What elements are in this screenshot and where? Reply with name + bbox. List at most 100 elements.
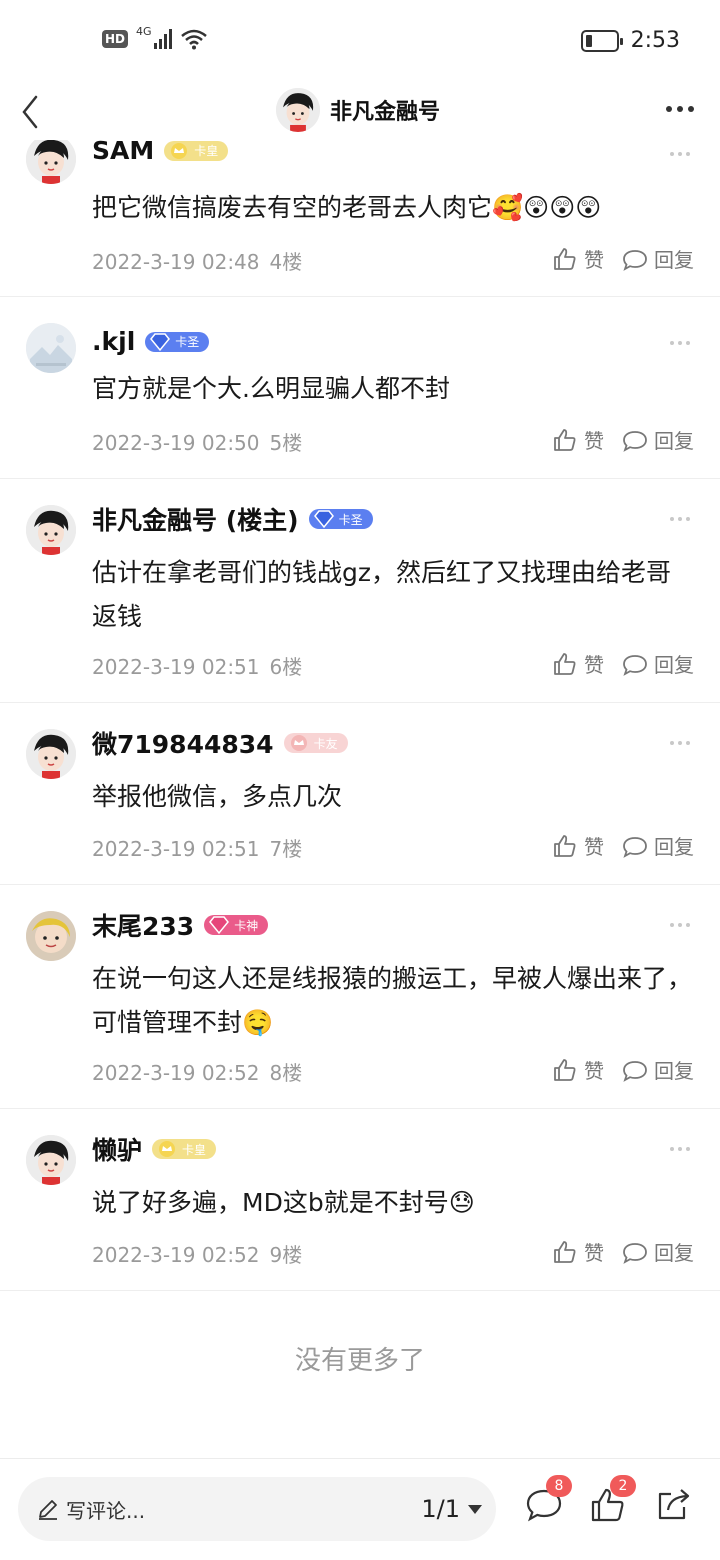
user-name[interactable]: SAM — [92, 136, 154, 165]
comment-date: 2022-3-19 02:48 — [92, 250, 260, 274]
reply-button[interactable]: 回复 — [622, 1237, 694, 1266]
comment-date: 2022-3-19 02:52 — [92, 1243, 260, 1267]
comments-button[interactable]: 8 — [524, 1475, 572, 1525]
diamond-icon — [150, 332, 171, 351]
reply-bubble-icon — [623, 430, 647, 452]
like-button[interactable]: 赞 — [552, 1055, 604, 1084]
comment-text: 官方就是个大.么明显骗人都不封 — [92, 374, 450, 403]
comment-more-button[interactable] — [670, 517, 690, 521]
comment-item: 微719844834 卡友 举报他微信，多点几次 2022-3-19 02:51… — [0, 703, 720, 885]
avatar[interactable] — [26, 911, 76, 961]
crown-icon — [171, 142, 188, 159]
header-avatar[interactable] — [276, 88, 320, 132]
reply-button[interactable]: 回复 — [622, 244, 694, 273]
comment-meta: 2022-3-19 02:52 9楼 — [92, 1239, 302, 1268]
diamond-icon — [209, 916, 230, 935]
floor-number: 5楼 — [269, 431, 303, 455]
comment-meta: 2022-3-19 02:52 8楼 — [92, 1057, 302, 1086]
user-name[interactable]: 非凡金融号 (楼主) — [92, 501, 299, 537]
battery-icon — [580, 29, 623, 52]
like-button[interactable]: 赞 — [552, 649, 604, 678]
like-count-badge: 2 — [610, 1475, 636, 1497]
floor-number: 9楼 — [269, 1243, 303, 1267]
reply-bubble-icon — [623, 836, 647, 858]
like-button[interactable]: 赞 — [552, 831, 604, 860]
floor-number: 8楼 — [269, 1061, 303, 1085]
avatar[interactable] — [26, 134, 76, 184]
avatar[interactable] — [26, 729, 76, 779]
user-name[interactable]: 懒驴 — [92, 1131, 142, 1167]
avatar[interactable] — [26, 505, 76, 555]
hd-indicator: HD — [102, 30, 129, 48]
comment-text: 把它微信搞废去有空的老哥去人肉它🥰😲😲😲 — [92, 193, 602, 222]
share-icon — [658, 1489, 690, 1520]
user-name[interactable]: .kjl — [92, 327, 135, 356]
comment-more-button[interactable] — [670, 1147, 690, 1151]
comment-text: 说了好多遍，MD这b就是不封号😓 — [92, 1188, 475, 1217]
thumbs-up-icon — [554, 652, 576, 675]
comment-item: 懒驴 卡皇 说了好多遍，MD这b就是不封号😓 2022-3-19 02:52 9楼… — [0, 1109, 720, 1291]
comment-count-badge: 8 — [546, 1475, 572, 1497]
user-name[interactable]: 微719844834 — [92, 725, 274, 761]
comment-date: 2022-3-19 02:51 — [92, 837, 260, 861]
comment-meta: 2022-3-19 02:51 7楼 — [92, 833, 302, 862]
comment-placeholder: 写评论... — [66, 1498, 146, 1523]
thumbs-up-icon — [554, 247, 576, 270]
like-button[interactable]: 赞 — [552, 425, 604, 454]
comment-more-button[interactable] — [670, 923, 690, 927]
floor-number: 4楼 — [269, 250, 303, 274]
comment-more-button[interactable] — [670, 152, 690, 156]
comment-text: 举报他微信，多点几次 — [92, 782, 343, 811]
reply-bubble-icon — [623, 1242, 647, 1264]
level-badge: 卡友 — [283, 733, 348, 753]
comment-item: SAM 卡皇 把它微信搞废去有空的老哥去人肉它🥰😲😲😲 2022-3-19 02… — [0, 134, 720, 297]
comment-more-button[interactable] — [670, 341, 690, 345]
chevron-left-icon — [22, 95, 38, 129]
like-button[interactable]: 赞 — [552, 1237, 604, 1266]
like-button[interactable]: 赞 — [552, 244, 604, 273]
reply-button[interactable]: 回复 — [622, 1055, 694, 1084]
level-badge: 卡圣 — [145, 331, 210, 352]
page-selector[interactable]: 1/1 — [421, 1495, 482, 1523]
dropdown-arrow-icon — [468, 1504, 482, 1514]
more-options-button[interactable] — [666, 106, 694, 112]
thumbs-up-icon — [554, 428, 576, 451]
back-button[interactable] — [14, 92, 54, 132]
thumbs-up-icon — [554, 834, 576, 857]
comment-meta: 2022-3-19 02:51 6楼 — [92, 651, 302, 680]
comment-date: 2022-3-19 02:50 — [92, 431, 260, 455]
floor-number: 7楼 — [269, 837, 303, 861]
avatar[interactable] — [26, 1135, 76, 1185]
reply-button[interactable]: 回复 — [622, 425, 694, 454]
avatar[interactable] — [26, 323, 76, 373]
comment-meta: 2022-3-19 02:50 5楼 — [92, 427, 302, 456]
comment-text: 在说一句这人还是线报猿的搬运工，早被人爆出来了，可惜管理不封🤤 — [92, 964, 693, 1037]
thumbs-up-icon — [554, 1240, 576, 1263]
network-type: 4G — [136, 24, 152, 38]
reply-button[interactable]: 回复 — [622, 649, 694, 678]
reply-button[interactable]: 回复 — [622, 831, 694, 860]
comment-more-button[interactable] — [670, 741, 690, 745]
comment-date: 2022-3-19 02:51 — [92, 655, 260, 679]
share-button[interactable] — [654, 1485, 694, 1525]
like-post-button[interactable]: 2 — [588, 1475, 636, 1525]
floor-number: 6楼 — [269, 655, 303, 679]
page-indicator: 1/1 — [421, 1495, 460, 1523]
reply-bubble-icon — [623, 654, 647, 676]
comment-item: 非凡金融号 (楼主) 卡圣 估计在拿老哥们的钱战gz，然后红了又找理由给老哥返钱… — [0, 479, 720, 703]
end-of-list-text: 没有更多了 — [294, 1346, 425, 1376]
comment-date: 2022-3-19 02:52 — [92, 1061, 260, 1085]
level-badge: 卡皇 — [164, 140, 229, 161]
reply-bubble-icon — [623, 249, 647, 271]
comment-list: SAM 卡皇 把它微信搞废去有空的老哥去人肉它🥰😲😲😲 2022-3-19 02… — [0, 134, 720, 1291]
wifi-icon — [180, 29, 207, 50]
level-badge: 卡神 — [204, 915, 269, 935]
user-name[interactable]: 末尾233 — [92, 907, 194, 943]
title-bar: 非凡金融号 — [0, 84, 720, 140]
signal-icon — [153, 29, 172, 49]
write-comment-input[interactable]: 写评论... 1/1 — [18, 1477, 496, 1541]
pencil-icon — [39, 1500, 57, 1520]
reply-bubble-icon — [623, 1060, 647, 1082]
crown-icon — [290, 735, 307, 751]
bottom-bar: 写评论... 1/1 8 2 — [0, 1458, 720, 1560]
